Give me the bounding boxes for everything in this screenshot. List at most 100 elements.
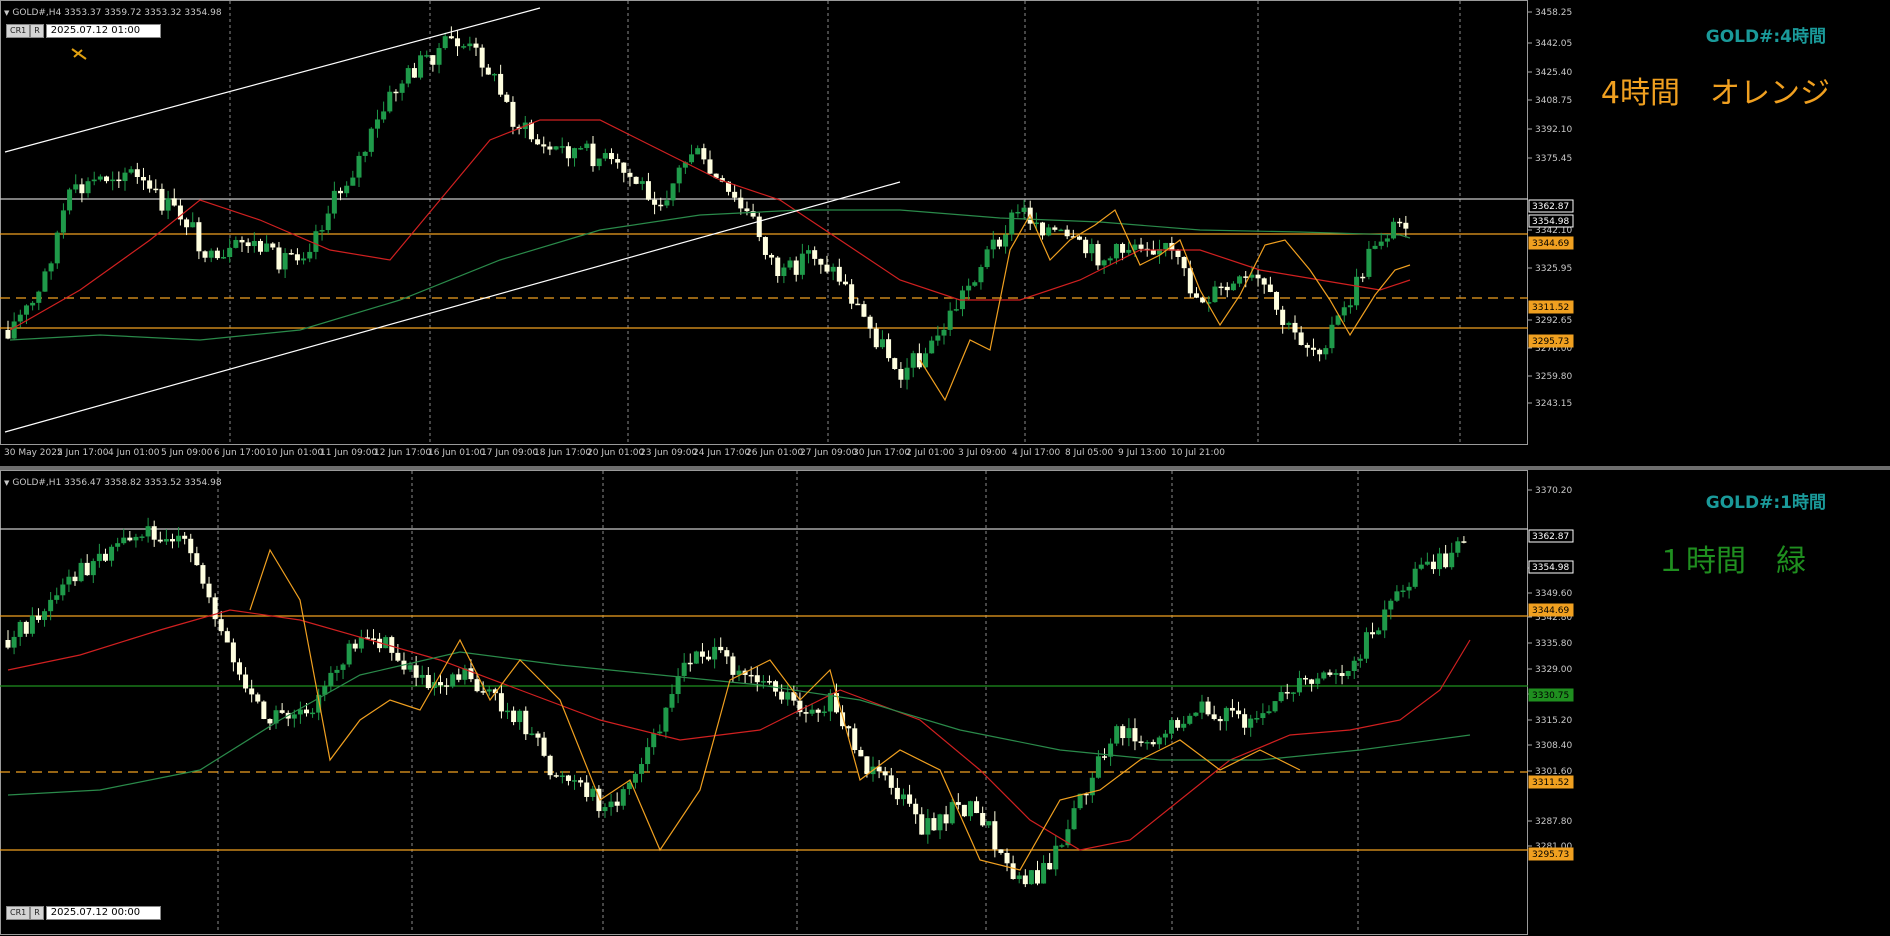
candle xyxy=(754,675,760,683)
candle xyxy=(913,803,919,815)
candle xyxy=(1120,726,1126,739)
candle xyxy=(852,728,858,750)
candle xyxy=(1384,238,1390,242)
candle xyxy=(1329,324,1335,349)
collapse-triangle-icon[interactable]: ▼ xyxy=(4,479,9,487)
candle xyxy=(1443,553,1449,568)
candle xyxy=(621,162,627,173)
candle xyxy=(578,780,584,783)
candle xyxy=(1248,718,1254,728)
candle xyxy=(78,562,84,582)
candle xyxy=(1041,863,1047,884)
candle xyxy=(442,36,448,49)
candle xyxy=(651,733,657,748)
candle xyxy=(319,230,325,232)
y-tick-label: 3392.10 xyxy=(1535,125,1572,135)
candle xyxy=(153,188,159,191)
candle xyxy=(1102,756,1107,758)
candle xyxy=(362,151,368,156)
price-tag-label: 3295.73 xyxy=(1532,850,1569,860)
candle xyxy=(30,302,36,306)
candle xyxy=(664,200,670,206)
candle xyxy=(645,747,651,765)
chart-pane-h4[interactable]: 3458.25 3442.05 3425.40 3408.75 3392.10 3375.… xyxy=(0,0,1890,466)
ruler-icon[interactable] xyxy=(70,46,88,60)
candle xyxy=(504,94,510,102)
candle xyxy=(182,535,188,539)
candle xyxy=(352,643,358,649)
candle xyxy=(301,258,307,261)
x-tick-label: 2 Jun 17:00 xyxy=(57,448,109,458)
candle xyxy=(227,247,233,258)
candle xyxy=(1236,710,1242,715)
price-tag-label: 3354.98 xyxy=(1532,563,1569,573)
date-field[interactable]: 2025.07.12 00:00 xyxy=(45,906,161,920)
candle xyxy=(824,264,830,272)
candle xyxy=(122,172,128,182)
candle xyxy=(1028,870,1034,885)
candle xyxy=(1083,239,1089,254)
candle xyxy=(251,240,257,247)
x-tick-label: 8 Jul 05:00 xyxy=(1065,448,1114,458)
candle xyxy=(163,539,169,542)
candle xyxy=(1388,600,1394,610)
candle xyxy=(864,756,870,775)
y-tick-label: 3287.80 xyxy=(1535,817,1572,827)
candle xyxy=(498,693,504,712)
candle xyxy=(23,621,29,634)
candle xyxy=(809,709,815,714)
candle xyxy=(916,353,922,368)
candle xyxy=(781,267,787,277)
candle xyxy=(35,615,41,620)
x-tick-label: 3 Jul 09:00 xyxy=(958,448,1007,458)
candle xyxy=(387,91,393,112)
candle xyxy=(608,153,614,160)
candle xyxy=(657,731,663,734)
candle xyxy=(480,691,486,693)
r-button[interactable]: R xyxy=(30,906,44,920)
candle xyxy=(1058,229,1064,232)
candle xyxy=(383,637,389,649)
candle xyxy=(559,775,565,777)
candle xyxy=(639,181,645,184)
chart-pane-h1[interactable]: 3370.203356.403349.603342.803335.803329.… xyxy=(0,470,1890,936)
candle xyxy=(775,257,781,277)
x-tick-label: 4 Jul 17:00 xyxy=(1012,448,1061,458)
candle xyxy=(1126,249,1132,253)
y-tick-label: 3259.80 xyxy=(1535,372,1572,382)
candle xyxy=(121,537,127,544)
candle xyxy=(1046,227,1052,236)
candle xyxy=(1296,677,1302,693)
candle xyxy=(1193,712,1199,716)
candle xyxy=(48,263,54,272)
collapse-triangle-icon[interactable]: ▼ xyxy=(4,9,9,17)
r-button[interactable]: R xyxy=(30,24,44,38)
date-field[interactable]: 2025.07.12 01:00 xyxy=(45,24,161,38)
candle xyxy=(1260,713,1266,719)
candle xyxy=(127,537,133,541)
candle xyxy=(904,367,910,380)
candle xyxy=(1223,707,1229,722)
candle xyxy=(947,310,953,330)
candle xyxy=(553,146,559,150)
chart-canvas-h1[interactable]: 3370.203356.403349.603342.803335.803329.… xyxy=(0,470,1890,936)
cr-button[interactable]: CR1 xyxy=(6,906,31,920)
candle xyxy=(294,254,300,261)
candle xyxy=(608,801,614,808)
candle xyxy=(194,553,200,566)
candle xyxy=(407,665,413,670)
candle xyxy=(368,128,374,152)
candle xyxy=(744,208,750,212)
candle xyxy=(276,247,282,270)
candle xyxy=(491,73,497,76)
candle xyxy=(498,73,504,95)
candle xyxy=(79,184,85,194)
candle xyxy=(1163,242,1169,250)
candle xyxy=(1010,863,1016,879)
candle xyxy=(1053,845,1059,870)
candle xyxy=(60,210,66,233)
candle xyxy=(980,813,986,826)
cr-button[interactable]: CR1 xyxy=(6,24,31,38)
candle xyxy=(510,101,516,127)
candle xyxy=(196,222,202,252)
